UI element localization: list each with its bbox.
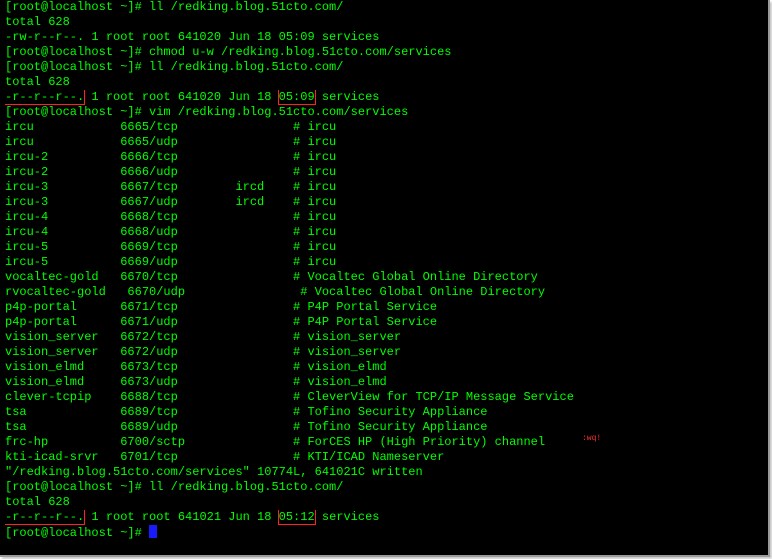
- terminal-line: vocaltec-gold 6670/tcp # Vocaltec Global…: [5, 270, 538, 284]
- terminal-line: [root@localhost ~]# ll /redking.blog.51c…: [5, 60, 344, 74]
- terminal-line: vision_server 6672/udp # vision_server: [5, 345, 402, 359]
- terminal-line: total 628: [5, 15, 70, 29]
- terminal-line: [root@localhost ~]# vim /redking.blog.51…: [5, 105, 409, 119]
- text-cursor: [149, 525, 158, 538]
- terminal-line: tsa 6689/udp # Tofino Security Appliance: [5, 420, 488, 434]
- terminal-line: vision_elmd 6673/tcp # vision_elmd: [5, 360, 387, 374]
- terminal-line: vision_elmd 6673/udp # vision_elmd: [5, 375, 387, 389]
- file-name-text: services: [314, 510, 380, 524]
- terminal-line: ircu-3 6667/udp ircd # ircu: [5, 195, 337, 209]
- time-highlight: 05:09: [277, 90, 316, 105]
- terminal-line: total 628: [5, 75, 70, 89]
- terminal-line: ircu-5 6669/tcp # ircu: [5, 240, 337, 254]
- terminal-line: ircu-4 6668/tcp # ircu: [5, 210, 337, 224]
- terminal-line: p4p-portal 6671/tcp # P4P Portal Service: [5, 300, 438, 314]
- terminal-line: ircu 6665/tcp # ircu: [5, 120, 337, 134]
- terminal-line: ircu-4 6668/udp # ircu: [5, 225, 337, 239]
- terminal-line: p4p-portal 6671/udp # P4P Portal Service: [5, 315, 438, 329]
- file-info-text: 1 root root 641021 Jun 18: [84, 510, 279, 524]
- terminal-line: [root@localhost ~]# ll /redking.blog.51c…: [5, 480, 344, 494]
- terminal-line: kti-icad-srvr 6701/tcp # KTI/ICAD Namese…: [5, 450, 445, 464]
- terminal-line: total 628: [5, 495, 70, 509]
- shell-prompt: [root@localhost ~]#: [5, 526, 150, 540]
- terminal-line: ircu 6665/udp # ircu: [5, 135, 337, 149]
- terminal-line: rvocaltec-gold 6670/udp # Vocaltec Globa…: [5, 285, 546, 299]
- terminal-line: clever-tcpip 6688/tcp # CleverView for T…: [5, 390, 574, 404]
- terminal-line: -r--r--r--. 1 root root 641021 Jun 18 05…: [5, 510, 765, 525]
- terminal-line: ircu-3 6667/tcp ircd # ircu: [5, 180, 337, 194]
- terminal-line: ircu-5 6669/udp # ircu: [5, 255, 337, 269]
- terminal-line: "/redking.blog.51cto.com/services" 10774…: [5, 465, 423, 479]
- terminal-line: [root@localhost ~]# chmod u-w /redking.b…: [5, 45, 452, 59]
- terminal-line: ircu-2 6666/tcp # ircu: [5, 150, 337, 164]
- terminal-line: vision_server 6672/tcp # vision_server: [5, 330, 402, 344]
- terminal-window[interactable]: [root@localhost ~]# ll /redking.blog.51c…: [0, 0, 770, 557]
- time-highlight: 05:12: [277, 510, 316, 525]
- file-info-text: 1 root root 641020 Jun 18: [84, 90, 279, 104]
- terminal-line: ircu-2 6666/udp # ircu: [5, 165, 337, 179]
- terminal-line: -rw-r--r--. 1 root root 641020 Jun 18 05…: [5, 30, 380, 44]
- permission-highlight: -r--r--r--.: [5, 90, 86, 105]
- terminal-line: tsa 6689/tcp # Tofino Security Appliance: [5, 405, 488, 419]
- permission-highlight: -r--r--r--.: [5, 510, 86, 525]
- terminal-line: [root@localhost ~]# ll /redking.blog.51c…: [5, 0, 344, 14]
- vim-command-annotation: :wq!: [582, 434, 602, 443]
- file-name-text: services: [314, 90, 380, 104]
- terminal-output: [root@localhost ~]# ll /redking.blog.51c…: [5, 0, 765, 540]
- terminal-line: frc-hp 6700/sctp # ForCES HP (High Prior…: [5, 435, 546, 449]
- terminal-line: -r--r--r--. 1 root root 641020 Jun 18 05…: [5, 90, 765, 105]
- terminal-prompt-line[interactable]: [root@localhost ~]#: [5, 525, 765, 540]
